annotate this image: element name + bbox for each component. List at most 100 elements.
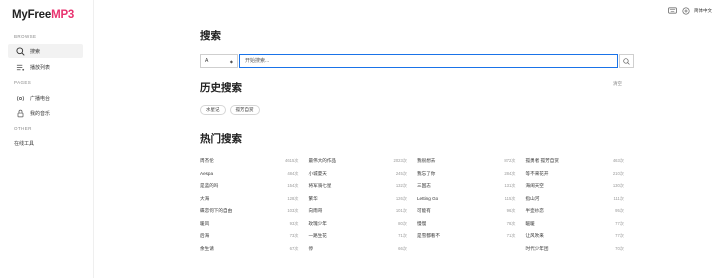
hot-item-count: 130次	[612, 183, 624, 189]
hot-item-name: 余生请	[200, 245, 214, 251]
hot-item[interactable]: 是蓝的吗 154次	[200, 180, 299, 193]
hot-column: 最伟大的作品 2023次 小城夏天 245次 将军骑七星 132次 繁华 126次 向雨…	[309, 155, 418, 255]
hot-item[interactable]: 我很想去 872次	[417, 155, 516, 168]
search-input[interactable]	[239, 54, 618, 68]
section-title-other: OTHER	[14, 126, 32, 131]
hot-item[interactable]: 孤勇者 孤芳自赏 463次	[526, 155, 625, 168]
hot-item[interactable]: 暖风 93次	[200, 218, 299, 231]
hot-column: 孤勇者 孤芳自赏 463次 等不来花开 210次 海阔天空 130次 指山河 111次 …	[526, 155, 635, 255]
sidebar-item-label: 广播电台	[30, 95, 51, 102]
hot-item-name: 海阔天空	[525, 183, 544, 189]
section-title-browse: BROWSE	[14, 34, 37, 39]
hot-item[interactable]: 我忘了你 284次	[417, 168, 516, 181]
hot-item[interactable]: 停 66次	[309, 243, 408, 256]
hot-item[interactable]: 时代少年团 70次	[526, 243, 625, 256]
logo-suffix: MP3	[51, 9, 75, 21]
hot-item[interactable]: 最伟大的作品 2023次	[309, 155, 408, 168]
logo[interactable]: MyFreeMP3	[12, 9, 74, 21]
history-tag[interactable]: 水星记	[200, 105, 226, 115]
add-icon[interactable]	[681, 6, 690, 15]
hot-item[interactable]: 玫瑰少年 80次	[309, 218, 408, 231]
chevron-down-icon: ◆	[229, 58, 233, 64]
hot-item-count: 463次	[612, 158, 624, 164]
hot-item[interactable]: Letting Go 115次	[417, 193, 516, 206]
hot-item-name: 时代少年团	[525, 245, 549, 251]
hot-item-name: 三国志	[417, 183, 431, 189]
hot-item[interactable]: 让风吹来 77次	[526, 230, 625, 243]
hot-item[interactable]: 后海 73次	[200, 230, 299, 243]
sidebar-item-label: 我的音乐	[30, 110, 51, 117]
hot-item-name: 一路生花	[308, 233, 327, 239]
playlist-icon	[14, 61, 26, 73]
hot-item-name: 等不来花开	[525, 170, 549, 176]
hot-item-name: 是蓝的吗	[200, 183, 219, 189]
hot-item-count: 77次	[615, 220, 624, 226]
hot-item[interactable]: 一路生花 71次	[309, 230, 408, 243]
hot-item[interactable]: 暖暖 77次	[526, 218, 625, 231]
main-content: 搜索 A ◆ 历史搜索 清空 水星记 孤芳自赏 热门搜索 周杰伦 4615次 Ae…	[200, 0, 634, 278]
hot-item[interactable]: 慢慢 78次	[417, 218, 516, 231]
source-select[interactable]: A ◆	[200, 54, 238, 68]
hot-item[interactable]: 向雨哥 101次	[309, 205, 408, 218]
hot-item-name: 半壶纱恋	[525, 208, 544, 214]
sidebar-item-my-music[interactable]: 我的音乐	[8, 106, 83, 120]
hot-item[interactable]: 余生请 67次	[200, 243, 299, 256]
hot-item[interactable]: 将军骑七星 132次	[309, 180, 408, 193]
hot-item-count: 73次	[289, 233, 299, 239]
search-icon	[14, 45, 26, 57]
hot-item-count: 70次	[615, 245, 624, 251]
hot-item-name: 最伟大的作品	[308, 158, 337, 164]
history-title: 历史搜索	[200, 82, 242, 94]
hot-item[interactable]: 是雪都看不 71次	[417, 230, 516, 243]
history-tag[interactable]: 孤芳自赏	[229, 105, 260, 115]
sidebar-item-label: 搜索	[30, 48, 41, 55]
hot-item[interactable]: 繁华 126次	[309, 193, 408, 206]
hot-title: 热门搜索	[200, 133, 242, 145]
hot-item-count: 95次	[615, 208, 624, 214]
search-button[interactable]	[619, 54, 634, 68]
hot-item-count: 210次	[612, 170, 624, 176]
hot-item-count: 484次	[287, 170, 299, 176]
hot-item-count: 71次	[506, 233, 516, 239]
search-bar: A ◆	[200, 54, 634, 68]
sidebar-item-playlist[interactable]: 播放列表	[8, 60, 83, 74]
hot-item-count: 132次	[395, 183, 407, 189]
hot-item[interactable]: 海阔天空 130次	[526, 180, 625, 193]
hot-item-name: 后海	[200, 233, 210, 239]
hot-item-name: 大海	[200, 195, 210, 201]
hot-item-count: 80次	[398, 220, 407, 226]
hot-item[interactable]: 半壶纱恋 95次	[526, 205, 625, 218]
hot-item[interactable]: Aespa 484次	[200, 168, 299, 181]
hot-item[interactable]: 小城夏天 245次	[309, 168, 408, 181]
sidebar-item-label: 播放列表	[30, 64, 51, 71]
radio-icon	[14, 92, 26, 104]
hot-item[interactable]: 周杰伦 4615次	[200, 155, 299, 168]
hot-item-name: 小城夏天	[308, 170, 327, 176]
hot-item[interactable]: 可能有 96次	[417, 205, 516, 218]
hot-item-count: 101次	[395, 208, 407, 214]
keyboard-icon[interactable]	[668, 6, 677, 15]
hot-item-name: 是雪都看不	[417, 233, 440, 239]
hot-item-name: Letting Go	[417, 196, 439, 202]
hot-search-grid: 周杰伦 4615次 Aespa 484次 是蓝的吗 154次 大海 128次 蝶恋何下的…	[200, 155, 634, 255]
hot-item-name: 玫瑰少年	[308, 220, 327, 226]
hot-item-count: 66次	[398, 245, 407, 251]
hot-item-name: 暖风	[200, 220, 210, 226]
language-switch[interactable]: 简体中文	[694, 8, 712, 14]
lock-icon	[14, 107, 26, 119]
hot-item[interactable]: 等不来花开 210次	[526, 168, 625, 181]
hot-item-count: 2023次	[393, 158, 407, 164]
hot-item-count: 115次	[504, 195, 516, 201]
clear-history-button[interactable]: 清空	[613, 81, 622, 87]
sidebar-item-search[interactable]: 搜索	[8, 44, 83, 58]
sidebar-item-label: 在线工具	[14, 140, 35, 147]
hot-item[interactable]: 蝶恋何下的自由 103次	[200, 205, 299, 218]
app-window: MyFreeMP3 BROWSE 搜索 播放列表 PAGES 广播电台 我的音乐…	[0, 0, 720, 278]
hot-item[interactable]: 指山河 111次	[526, 193, 625, 206]
hot-item-name: Aespa	[200, 171, 214, 177]
hot-item[interactable]: 大海 128次	[200, 193, 299, 206]
sidebar-item-radio[interactable]: 广播电台	[8, 91, 83, 105]
sidebar-item-online-tools[interactable]: 在线工具	[8, 136, 83, 150]
hot-item[interactable]: 三国志 131次	[417, 180, 516, 193]
hot-item-name: 暖暖	[525, 220, 535, 226]
